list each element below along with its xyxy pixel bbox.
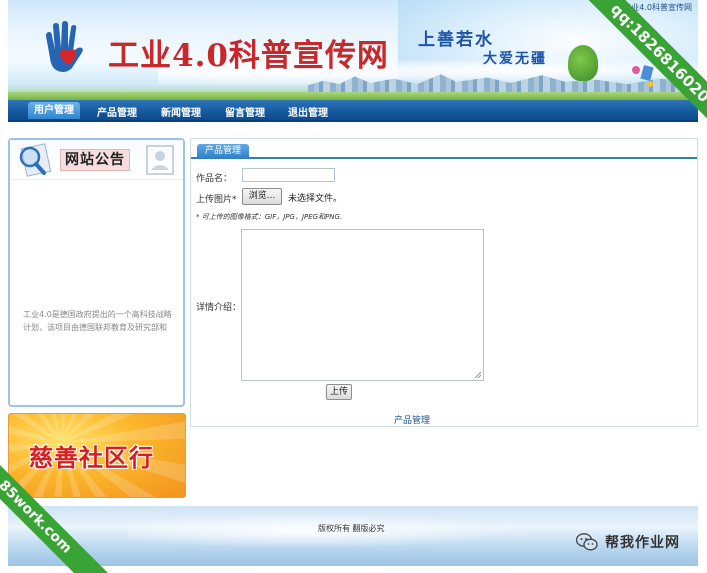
main-nav: 用户管理 产品管理 新闻管理 留言管理 退出管理 <box>8 100 698 122</box>
slogan-line-2: 大爱无疆 <box>483 51 547 67</box>
notice-title: 网站公告 <box>60 149 130 171</box>
panel-footer-text: 产品管理 <box>394 416 431 426</box>
nav-item-product-management[interactable]: 产品管理 <box>97 104 137 119</box>
notice-header: 网站公告 <box>10 140 183 180</box>
notice-panel: 网站公告 工业4.0是德国政府提出的一个高科技战略计划，该项目由德国联邦教育及研… <box>8 138 185 407</box>
tree-icon <box>568 45 598 81</box>
image-label: 上传图片* <box>196 195 237 205</box>
tab-product-management[interactable]: 产品管理 <box>197 144 250 159</box>
nav-item-exit-management[interactable]: 退出管理 <box>288 104 328 119</box>
charity-banner[interactable]: 慈善社区行 <box>8 413 186 498</box>
site-header: 工业4.0科普宣传网 工业4.0科普宣传网 上善若水 大爱无疆 <box>8 0 698 100</box>
slogan-line-1: 上善若水 <box>418 30 494 50</box>
resize-grip-icon[interactable] <box>475 372 481 378</box>
header-grass <box>8 92 698 100</box>
hand-heart-logo-icon <box>46 21 83 72</box>
charity-banner-text: 慈善社区行 <box>29 443 154 472</box>
site-title: 工业4.0科普宣传网 <box>108 38 389 74</box>
nav-item-user-management[interactable]: 用户管理 <box>28 102 80 119</box>
detail-label: 详情介绍： <box>196 303 242 313</box>
panel-tabbar: 产品管理 <box>191 139 697 159</box>
site-footer: 版权所有 翻版必究 帮我作业网 <box>8 506 698 566</box>
detail-textarea[interactable] <box>241 229 484 381</box>
nav-item-message-management[interactable]: 留言管理 <box>225 104 265 119</box>
browse-button[interactable]: 浏览... <box>242 188 282 205</box>
wechat-account-text: 帮我作业网 <box>605 535 680 551</box>
wechat-icon <box>576 533 598 551</box>
name-input[interactable] <box>242 168 335 182</box>
person-card-icon <box>146 145 174 175</box>
nav-item-news-management[interactable]: 新闻管理 <box>161 104 201 119</box>
upload-button[interactable]: 上传 <box>326 384 352 400</box>
copyright-text: 版权所有 翻版必究 <box>318 524 385 533</box>
format-hint: * 可上传的图像格式：GIF，JPG，JPEG和PNG. <box>196 213 343 221</box>
magnifier-icon <box>19 143 52 177</box>
no-file-text: 未选择文件。 <box>288 194 343 204</box>
name-label: 作品名： <box>196 174 233 184</box>
notice-scroll-text: 工业4.0是德国政府提出的一个高科技战略计划，该项目由德国联邦教育及研究部和联邦… <box>23 310 172 332</box>
